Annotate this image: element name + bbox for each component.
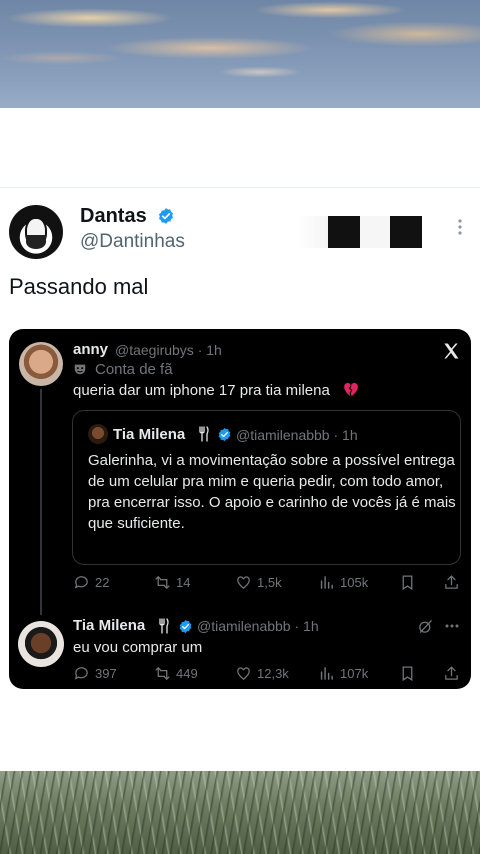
quoted-author-name: Tia Milena <box>113 426 186 443</box>
repost-count: 14 <box>176 575 191 590</box>
reply-icon <box>74 667 88 680</box>
bookmark-button[interactable] <box>399 665 416 682</box>
bookmark-icon <box>402 666 413 682</box>
fan-account-icon <box>74 364 86 375</box>
verified-badge-icon <box>159 208 173 224</box>
views-count: 107k <box>340 666 369 681</box>
reply-text: queria dar um iphone 17 pra tia milena <box>73 382 330 399</box>
bookmark-icon <box>402 575 413 591</box>
second-author-name: Tia Milena <box>73 617 146 634</box>
quoted-author-avatar <box>88 424 108 444</box>
like-count: 12,3k <box>257 666 289 681</box>
views-icon <box>320 667 333 680</box>
more-options-icon[interactable] <box>444 618 460 634</box>
post-text: Passando mal <box>9 274 149 299</box>
reply-icon <box>74 576 88 589</box>
author-name[interactable]: Dantas <box>80 205 147 228</box>
embedded-screenshot[interactable]: anny @taegirubys · 1h Conta de fã queria… <box>9 329 471 689</box>
heart-icon <box>237 667 250 680</box>
divider <box>0 187 480 188</box>
like-button[interactable]: 1,5k <box>235 574 282 591</box>
community-label: Conta de fã <box>95 361 173 378</box>
verified-badge-icon <box>179 619 192 634</box>
reply-author-name: anny <box>73 341 109 358</box>
share-button[interactable] <box>443 665 460 682</box>
reply-author-avatar <box>19 342 63 386</box>
like-button[interactable]: 12,3k <box>235 665 289 682</box>
second-author-handle: @tiamilenabbb · 1h <box>197 618 319 634</box>
repost-icon <box>155 575 170 590</box>
repost-count: 449 <box>176 666 198 681</box>
redaction-fade <box>360 216 390 248</box>
reply-count: 397 <box>95 666 117 681</box>
author-handle[interactable]: @Dantinhas <box>80 231 185 253</box>
views-count: 105k <box>340 575 369 590</box>
redaction-block <box>390 216 422 248</box>
repost-button[interactable]: 449 <box>154 665 198 682</box>
share-icon <box>445 666 458 680</box>
thread-line <box>40 389 42 615</box>
bookmark-button[interactable] <box>399 574 416 591</box>
second-author-avatar <box>18 621 64 667</box>
author-avatar[interactable] <box>9 205 63 259</box>
bottom-photo-grass <box>0 771 480 854</box>
more-options-icon[interactable] <box>452 216 468 238</box>
share-button[interactable] <box>443 574 460 591</box>
reply-author-handle: @taegirubys · 1h <box>115 342 222 358</box>
heart-icon <box>237 576 250 589</box>
reply-button[interactable]: 397 <box>73 665 117 682</box>
repost-button[interactable]: 14 <box>154 574 190 591</box>
redaction-fade <box>298 216 328 248</box>
x-logo-icon <box>444 343 459 359</box>
views-button[interactable]: 105k <box>318 574 368 591</box>
redaction-block <box>328 216 360 248</box>
quoted-author-handle: @tiamilenabbb · 1h <box>236 427 358 443</box>
second-text: eu vou comprar um <box>73 639 203 656</box>
repost-icon <box>155 666 170 681</box>
views-button[interactable]: 107k <box>318 665 368 682</box>
share-icon <box>445 575 458 589</box>
quoted-text: Galerinha, vi a movimentação sobre a pos… <box>88 452 456 532</box>
fork-knife-icon <box>159 618 169 634</box>
like-count: 1,5k <box>257 575 282 590</box>
fork-knife-icon <box>199 426 209 442</box>
reply-button[interactable]: 22 <box>73 574 109 591</box>
top-photo-sky <box>0 0 480 108</box>
views-icon <box>320 576 333 589</box>
reply-count: 22 <box>95 575 110 590</box>
broken-heart-icon <box>344 382 358 397</box>
grok-icon[interactable] <box>417 618 434 635</box>
verified-badge-icon <box>218 427 231 442</box>
